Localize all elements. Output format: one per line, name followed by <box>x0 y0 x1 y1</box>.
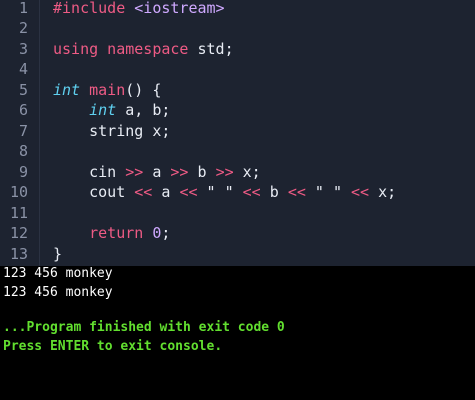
code-token: << <box>287 183 306 201</box>
code-line[interactable]: 5 int main() { <box>0 80 475 101</box>
code-line[interactable]: 12 return 0; <box>0 223 475 244</box>
console-status-line: ...Program finished with exit code 0 <box>3 320 285 335</box>
code-token: return <box>89 224 144 242</box>
console-output-line: 123 456 monkey <box>3 285 113 300</box>
code-token: << <box>179 183 198 201</box>
line-number: 2 <box>18 19 28 37</box>
code-token: " " <box>197 183 243 201</box>
code-token: >> <box>215 162 234 181</box>
code-token: << <box>134 183 153 201</box>
online-compiler-window: 1 #include <iostream> 2 3 using namespace st… <box>0 0 475 400</box>
code-token: cin <box>53 162 126 181</box>
code-token: std; <box>197 39 234 58</box>
console-output-line: 123 456 monkey <box>3 266 113 281</box>
line-number: 4 <box>18 60 28 78</box>
code-line[interactable]: 7 string x; <box>0 121 475 142</box>
code-token: } <box>53 244 63 263</box>
code-token: <iostream> <box>134 0 225 17</box>
code-token: ; <box>161 224 171 242</box>
line-number: 1 <box>18 0 28 17</box>
code-token: main <box>89 80 126 99</box>
line-code: string x; <box>53 121 170 142</box>
code-token: string x; <box>53 121 171 140</box>
line-number: 6 <box>18 101 28 119</box>
line-code: } <box>53 244 62 265</box>
code-token: int <box>53 80 81 99</box>
line-number: 10 <box>9 183 28 201</box>
code-token: << <box>351 183 370 201</box>
line-number: 13 <box>9 244 28 263</box>
code-line[interactable]: 11 <box>0 203 475 224</box>
line-code: int a, b; <box>53 100 170 121</box>
code-token: x; <box>233 162 261 181</box>
line-number: 7 <box>18 121 28 140</box>
code-line[interactable]: 4 <box>0 59 475 80</box>
code-token: << <box>242 183 261 201</box>
code-token: int <box>89 101 117 119</box>
line-code: return 0; <box>53 223 170 244</box>
console-status-line: Press ENTER to exit console. <box>3 339 223 354</box>
code-editor[interactable]: 1 #include <iostream> 2 3 using namespace st… <box>0 0 475 266</box>
code-token: >> <box>170 162 189 181</box>
code-token: x; <box>369 183 397 201</box>
line-number: 11 <box>9 203 28 222</box>
output-console[interactable]: 123 456 monkey 123 456 monkey ...Program f… <box>0 266 475 400</box>
code-token: " " <box>305 183 352 201</box>
code-line[interactable]: 2 <box>0 18 475 39</box>
code-token: b <box>260 183 288 201</box>
line-code: cin >> a >> b >> x; <box>53 162 261 183</box>
line-number: 3 <box>18 39 28 58</box>
code-token: >> <box>125 162 144 181</box>
code-token: b <box>188 162 216 181</box>
line-number: 12 <box>9 224 28 242</box>
code-token: a <box>143 162 171 181</box>
code-token: #include <box>53 0 135 17</box>
code-line[interactable]: 13} <box>0 244 475 265</box>
code-token: a, b; <box>116 101 171 119</box>
line-code: int main() { <box>53 80 161 101</box>
code-token: using namespace <box>53 39 198 58</box>
code-line[interactable]: 6 int a, b; <box>0 100 475 121</box>
line-number: 9 <box>18 162 28 181</box>
line-code: #include <iostream> <box>53 0 225 18</box>
code-token: a <box>152 183 180 201</box>
line-number: 5 <box>18 80 28 99</box>
code-line[interactable]: 10 cout << a << " " << b << " " << x; <box>0 182 475 203</box>
line-code: cout << a << " " << b << " " << x; <box>53 182 396 203</box>
line-code: using namespace std; <box>53 39 234 60</box>
code-line[interactable]: 3 using namespace std; <box>0 39 475 60</box>
code-line[interactable]: 1 #include <iostream> <box>0 0 475 18</box>
code-token: () { <box>125 80 162 99</box>
code-token: cout <box>53 183 135 201</box>
code-line[interactable]: 9 cin >> a >> b >> x; <box>0 162 475 183</box>
line-number: 8 <box>18 142 28 160</box>
code-line[interactable]: 8 <box>0 141 475 162</box>
